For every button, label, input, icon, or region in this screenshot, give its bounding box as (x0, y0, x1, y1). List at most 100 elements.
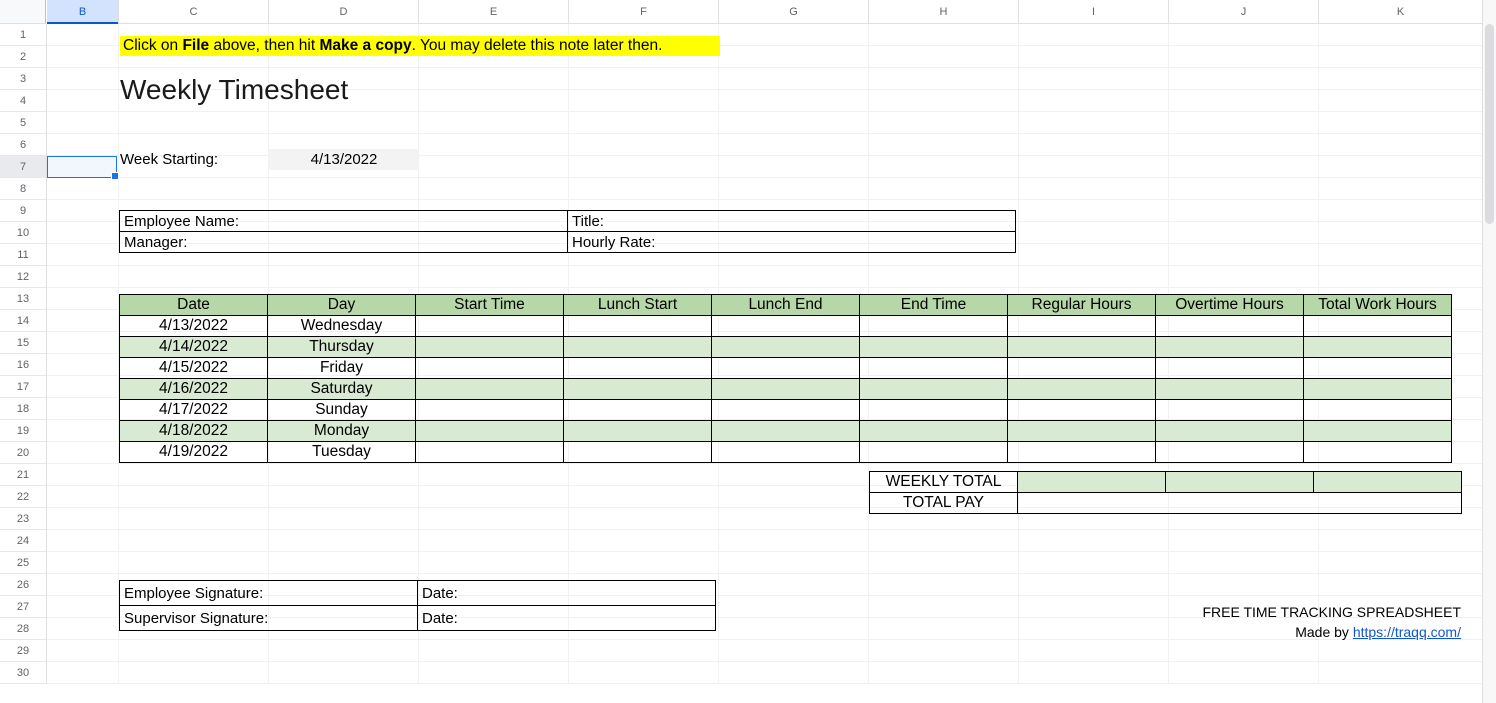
ts-cell[interactable] (564, 442, 712, 463)
row-header-14[interactable]: 14 (0, 310, 46, 332)
select-all-corner[interactable] (0, 0, 46, 24)
ts-date-cell[interactable]: 4/15/2022 (120, 358, 268, 379)
ts-cell[interactable] (1156, 358, 1304, 379)
manager-cell[interactable]: Manager: (120, 232, 568, 253)
weekly-total-hours[interactable] (1314, 472, 1462, 493)
ts-cell[interactable] (860, 421, 1008, 442)
row-header-27[interactable]: 27 (0, 596, 46, 618)
column-header-h[interactable]: H (869, 0, 1019, 23)
ts-cell[interactable] (1008, 316, 1156, 337)
ts-cell[interactable] (860, 379, 1008, 400)
ts-cell[interactable] (1008, 358, 1156, 379)
ts-day-cell[interactable]: Tuesday (268, 442, 416, 463)
column-header-b[interactable]: B (47, 0, 119, 23)
supervisor-sig-date-cell[interactable]: Date: (418, 606, 716, 631)
column-header-i[interactable]: I (1019, 0, 1169, 23)
ts-day-cell[interactable]: Friday (268, 358, 416, 379)
ts-cell[interactable] (1156, 316, 1304, 337)
hourly-rate-cell[interactable]: Hourly Rate: (568, 232, 1016, 253)
row-header-17[interactable]: 17 (0, 376, 46, 398)
ts-day-cell[interactable]: Saturday (268, 379, 416, 400)
ts-cell[interactable] (1008, 421, 1156, 442)
ts-date-cell[interactable]: 4/18/2022 (120, 421, 268, 442)
column-header-c[interactable]: C (119, 0, 269, 23)
row-header-13[interactable]: 13 (0, 288, 46, 310)
row-header-11[interactable]: 11 (0, 244, 46, 266)
ts-cell[interactable] (860, 358, 1008, 379)
ts-cell[interactable] (1008, 379, 1156, 400)
row-header-10[interactable]: 10 (0, 222, 46, 244)
ts-cell[interactable] (860, 442, 1008, 463)
row-header-2[interactable]: 2 (0, 46, 46, 68)
ts-cell[interactable] (1156, 337, 1304, 358)
employee-signature-cell[interactable]: Employee Signature: (120, 581, 418, 606)
ts-date-cell[interactable]: 4/14/2022 (120, 337, 268, 358)
column-header-e[interactable]: E (419, 0, 569, 23)
ts-cell[interactable] (1304, 442, 1452, 463)
ts-cell[interactable] (1008, 442, 1156, 463)
ts-cell[interactable] (1304, 400, 1452, 421)
footer-link[interactable]: https://traqq.com/ (1353, 624, 1461, 640)
ts-cell[interactable] (1304, 337, 1452, 358)
ts-cell[interactable] (564, 337, 712, 358)
title-cell[interactable]: Title: (568, 211, 1016, 232)
ts-cell[interactable] (1008, 400, 1156, 421)
ts-cell[interactable] (860, 400, 1008, 421)
ts-cell[interactable] (564, 400, 712, 421)
ts-date-cell[interactable]: 4/16/2022 (120, 379, 268, 400)
ts-cell[interactable] (712, 442, 860, 463)
column-header-g[interactable]: G (719, 0, 869, 23)
ts-day-cell[interactable]: Thursday (268, 337, 416, 358)
ts-day-cell[interactable]: Monday (268, 421, 416, 442)
row-header-29[interactable]: 29 (0, 640, 46, 662)
row-header-1[interactable]: 1 (0, 24, 46, 46)
ts-cell[interactable] (1156, 400, 1304, 421)
row-header-22[interactable]: 22 (0, 486, 46, 508)
column-header-d[interactable]: D (269, 0, 419, 23)
ts-cell[interactable] (416, 442, 564, 463)
ts-cell[interactable] (1304, 358, 1452, 379)
supervisor-signature-cell[interactable]: Supervisor Signature: (120, 606, 418, 631)
ts-cell[interactable] (712, 421, 860, 442)
row-header-24[interactable]: 24 (0, 530, 46, 552)
row-header-30[interactable]: 30 (0, 662, 46, 684)
column-header-f[interactable]: F (569, 0, 719, 23)
ts-cell[interactable] (416, 379, 564, 400)
row-header-23[interactable]: 23 (0, 508, 46, 530)
week-starting-value[interactable]: 4/13/2022 (269, 149, 419, 170)
vertical-scrollbar[interactable] (1482, 0, 1496, 703)
row-header-12[interactable]: 12 (0, 266, 46, 288)
ts-cell[interactable] (564, 316, 712, 337)
ts-cell[interactable] (712, 400, 860, 421)
row-header-15[interactable]: 15 (0, 332, 46, 354)
row-header-9[interactable]: 9 (0, 200, 46, 222)
ts-cell[interactable] (1156, 421, 1304, 442)
row-header-7[interactable]: 7 (0, 156, 46, 178)
ts-cell[interactable] (860, 316, 1008, 337)
column-header-k[interactable]: K (1319, 0, 1483, 23)
ts-date-cell[interactable]: 4/13/2022 (120, 316, 268, 337)
ts-cell[interactable] (416, 400, 564, 421)
row-header-25[interactable]: 25 (0, 552, 46, 574)
row-header-8[interactable]: 8 (0, 178, 46, 200)
total-pay-value[interactable] (1018, 493, 1462, 514)
ts-date-cell[interactable]: 4/17/2022 (120, 400, 268, 421)
row-header-3[interactable]: 3 (0, 68, 46, 90)
ts-cell[interactable] (564, 358, 712, 379)
row-header-18[interactable]: 18 (0, 398, 46, 420)
row-header-16[interactable]: 16 (0, 354, 46, 376)
weekly-total-regular[interactable] (1018, 472, 1166, 493)
ts-cell[interactable] (416, 421, 564, 442)
employee-name-cell[interactable]: Employee Name: (120, 211, 568, 232)
ts-cell[interactable] (1156, 442, 1304, 463)
ts-cell[interactable] (712, 337, 860, 358)
ts-cell[interactable] (1156, 379, 1304, 400)
column-header-j[interactable]: J (1169, 0, 1319, 23)
ts-cell[interactable] (416, 358, 564, 379)
ts-day-cell[interactable]: Wednesday (268, 316, 416, 337)
ts-cell[interactable] (564, 421, 712, 442)
row-header-26[interactable]: 26 (0, 574, 46, 596)
row-header-5[interactable]: 5 (0, 112, 46, 134)
row-header-6[interactable]: 6 (0, 134, 46, 156)
ts-cell[interactable] (564, 379, 712, 400)
